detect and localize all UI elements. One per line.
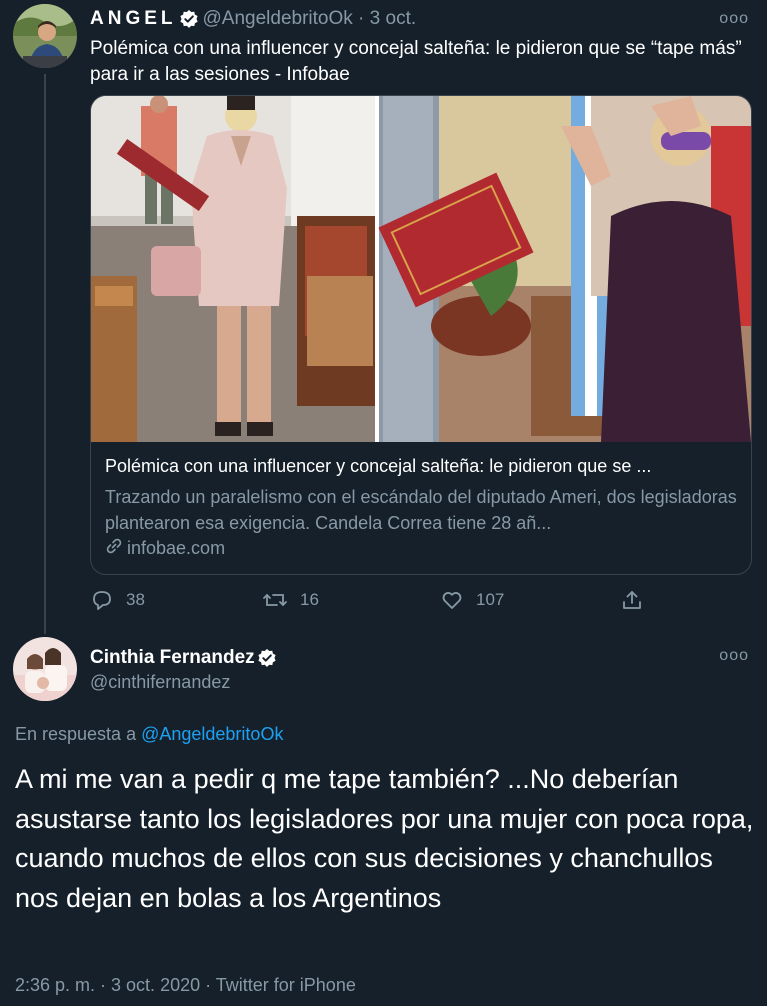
like-button[interactable]: 107	[440, 588, 504, 612]
avatar-angel[interactable]	[13, 4, 77, 68]
avatar-cinthia[interactable]	[13, 637, 77, 701]
tweet1-author-name[interactable]: ANGEL	[90, 8, 177, 30]
reply-icon	[90, 588, 114, 612]
verified-icon	[257, 648, 277, 668]
tweet1-header: ANGEL @AngeldebritoOk · 3 oct.	[90, 8, 416, 30]
share-button[interactable]	[620, 588, 644, 612]
tweet2-author-name[interactable]: Cinthia Fernandez	[90, 647, 255, 669]
verified-icon	[179, 9, 199, 29]
like-icon	[440, 588, 464, 612]
card-description: Trazando un paralelismo con el escándalo…	[105, 487, 737, 533]
share-icon	[620, 588, 644, 612]
like-count: 107	[476, 590, 505, 609]
reply-context: En respuesta a @AngeldebritoOk	[15, 724, 283, 745]
tweet1-handle[interactable]: @AngeldebritoOk	[203, 8, 353, 30]
link-card[interactable]: Polémica con una influencer y concejal s…	[90, 95, 752, 575]
separator-dot: ·	[352, 8, 370, 29]
card-domain[interactable]: infobae.com	[105, 537, 225, 560]
more-icon[interactable]: ooo	[719, 10, 749, 28]
card-image	[91, 96, 751, 442]
more-icon[interactable]: ooo	[719, 647, 749, 665]
link-icon	[105, 537, 123, 560]
reply-count: 38	[126, 590, 145, 609]
reply-prefix: En respuesta a	[15, 724, 137, 744]
tweet1-text: Polémica con una influencer y concejal s…	[90, 38, 742, 85]
thread-line	[44, 74, 46, 634]
tweet2-meta[interactable]: 2:36 p. m. · 3 oct. 2020 · Twitter for i…	[15, 975, 356, 996]
tweet2-text: A mi me van a pedir q me tape también? .…	[15, 764, 754, 913]
card-title[interactable]: Polémica con una influencer y concejal s…	[105, 456, 745, 477]
card-domain-text: infobae.com	[127, 538, 226, 558]
retweet-count: 16	[300, 590, 319, 609]
tweet2-author: Cinthia Fernandez	[90, 647, 281, 669]
tweet1-actions: 38 16 107	[90, 588, 650, 612]
reply-button[interactable]: 38	[90, 588, 145, 612]
tweet1-date[interactable]: 3 oct.	[370, 8, 416, 30]
retweet-icon	[262, 588, 288, 612]
reply-handle-link[interactable]: @AngeldebritoOk	[141, 724, 283, 744]
tweet2-handle[interactable]: @cinthifernandez	[90, 672, 230, 693]
retweet-button[interactable]: 16	[262, 588, 319, 612]
